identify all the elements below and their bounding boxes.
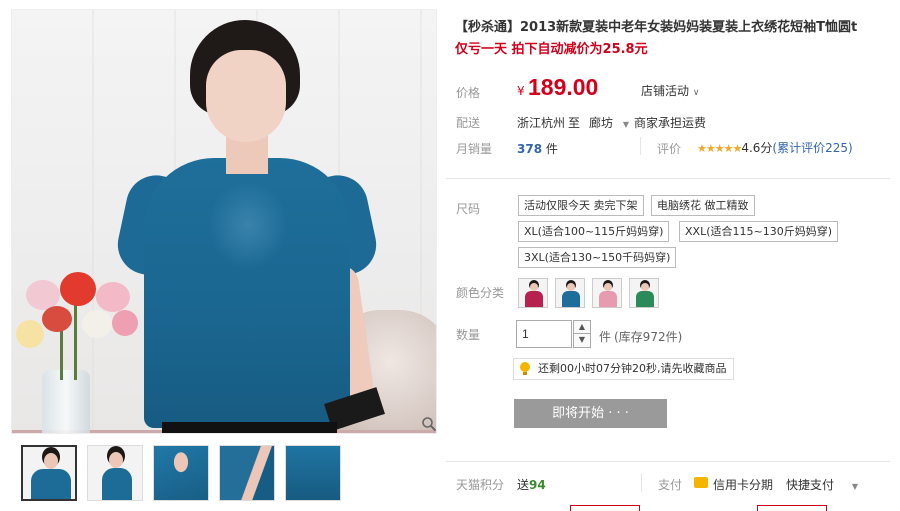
thumbnail-3[interactable] bbox=[153, 445, 209, 501]
chevron-down-icon: ∨ bbox=[692, 88, 700, 98]
swatch-figure-head bbox=[567, 283, 575, 291]
color-swatch-red[interactable] bbox=[518, 278, 548, 308]
currency-symbol: ¥ bbox=[517, 84, 525, 98]
main-product-image[interactable] bbox=[11, 9, 437, 434]
rating-label: 评价 bbox=[657, 142, 682, 156]
vase-decoration bbox=[42, 370, 90, 433]
thumbnail-figure-head bbox=[109, 452, 123, 468]
thumbnail-5[interactable] bbox=[285, 445, 341, 501]
lightbulb-icon bbox=[518, 361, 532, 377]
thumbnail-detail bbox=[286, 446, 340, 500]
review-count-link[interactable]: (累计评价225) bbox=[772, 141, 852, 155]
increment-button[interactable]: ▲ bbox=[573, 320, 591, 334]
shipping-label: 配送 bbox=[456, 116, 481, 130]
store-promo-label: 店铺活动 bbox=[641, 84, 690, 98]
product-title: 【秒杀通】2013新款夏装中老年女装妈妈装夏装上衣绣花短袖T恤圆t bbox=[455, 20, 858, 35]
cart-button-edge[interactable] bbox=[757, 505, 827, 511]
thumbnail-figure-head bbox=[44, 453, 58, 469]
option-tag-limited[interactable]: 活动仅限今天 卖完下架 bbox=[518, 195, 644, 216]
countdown-text: 还剩00小时07分钟20秒,请先收藏商品 bbox=[538, 362, 727, 375]
quantity-label: 数量 bbox=[456, 328, 481, 342]
points-prefix: 送 bbox=[517, 478, 530, 492]
rating-score: 4.6分 bbox=[741, 141, 773, 155]
blouse-embroidery bbox=[208, 180, 288, 270]
swatch-figure bbox=[599, 291, 617, 307]
flower bbox=[60, 272, 96, 306]
swatch-figure-head bbox=[604, 283, 612, 291]
star-rating-icon: ★★★★★ bbox=[697, 142, 742, 155]
thumbnail-figure bbox=[31, 469, 71, 499]
flower-stem bbox=[74, 300, 77, 380]
price-value: 189.00 bbox=[528, 74, 599, 100]
quick-pay-label: 快捷支付 bbox=[786, 478, 835, 492]
option-tag-embroidery[interactable]: 电脑绣花 做工精致 bbox=[651, 195, 755, 216]
monthly-sales-count: 378 bbox=[517, 142, 543, 156]
ship-to-city: 廊坊 bbox=[589, 116, 614, 130]
rating[interactable]: ★★★★★4.6分(累计评价225) bbox=[697, 139, 853, 156]
ship-from: 浙江杭州 bbox=[517, 116, 566, 130]
product-info: 【秒杀通】2013新款夏装中老年女装妈妈装夏装上衣绣花短袖T恤圆t 仅亏一天 拍… bbox=[455, 18, 895, 59]
quick-pay-dropdown[interactable]: 快捷支付 ▼ bbox=[786, 476, 858, 493]
divider bbox=[446, 461, 890, 462]
ship-to-word: 至 bbox=[568, 116, 581, 130]
thumbnail-strip bbox=[21, 445, 341, 501]
thumbnail-detail bbox=[154, 446, 208, 500]
swatch-figure bbox=[636, 291, 654, 307]
store-promo-dropdown[interactable]: 店铺活动 ∨ bbox=[641, 82, 699, 99]
installment-link[interactable]: 信用卡分期 bbox=[713, 476, 773, 493]
triangle-down-icon: ▼ bbox=[622, 120, 629, 129]
swatch-figure bbox=[562, 291, 580, 307]
buy-button-edge[interactable] bbox=[570, 505, 640, 511]
magnifier-icon[interactable] bbox=[420, 416, 436, 433]
stock-count: (库存972件) bbox=[614, 330, 683, 344]
swatch-figure bbox=[525, 291, 543, 307]
flower bbox=[82, 310, 112, 338]
color-swatch-pink[interactable] bbox=[592, 278, 622, 308]
points-label: 天猫积分 bbox=[456, 478, 505, 492]
points-value: 94 bbox=[529, 478, 546, 492]
flower bbox=[96, 282, 130, 312]
size-option-3xl[interactable]: 3XL(适合130~150千码妈穿) bbox=[518, 247, 677, 268]
color-swatch-green[interactable] bbox=[629, 278, 659, 308]
flower bbox=[42, 306, 72, 332]
ship-to-dropdown[interactable]: 廊坊 ▼ bbox=[589, 114, 629, 131]
monthly-sales-unit: 件 bbox=[545, 142, 558, 156]
quantity-input[interactable] bbox=[516, 320, 572, 348]
model-pants bbox=[162, 422, 337, 433]
monthly-sales-label: 月销量 bbox=[456, 142, 493, 156]
triangle-down-icon: ▼ bbox=[851, 482, 858, 491]
flower bbox=[112, 310, 138, 336]
price-label: 价格 bbox=[456, 86, 481, 100]
swatch-figure-head bbox=[530, 283, 538, 291]
quantity-stepper: ▲ ▼ bbox=[573, 320, 591, 348]
coming-soon-button[interactable]: 即将开始 · · · bbox=[514, 399, 667, 428]
model-face bbox=[206, 50, 286, 142]
size-option-xxl[interactable]: XXL(适合115~130斤妈妈穿) bbox=[679, 221, 838, 242]
color-swatch-blue[interactable] bbox=[555, 278, 585, 308]
shipping-fee: 商家承担运费 bbox=[634, 116, 707, 130]
size-option-xl[interactable]: XL(适合100~115斤妈妈穿) bbox=[518, 221, 670, 242]
thumbnail-detail bbox=[220, 446, 274, 500]
pay-label: 支付 bbox=[658, 478, 683, 492]
divider bbox=[641, 474, 642, 492]
thumbnail-figure bbox=[102, 468, 132, 500]
color-label: 颜色分类 bbox=[456, 286, 505, 300]
points: 送94 bbox=[517, 476, 546, 493]
size-label: 尺码 bbox=[456, 202, 481, 216]
divider bbox=[640, 137, 641, 155]
monthly-sales: 378 件 bbox=[517, 140, 558, 157]
thumbnail-4[interactable] bbox=[219, 445, 275, 501]
product-subtitle: 仅亏一天 拍下自动减价为25.8元 bbox=[455, 42, 648, 57]
flower bbox=[16, 320, 44, 348]
swatch-figure-head bbox=[641, 283, 649, 291]
decrement-button[interactable]: ▼ bbox=[573, 334, 591, 348]
quantity-unit: 件 bbox=[599, 330, 612, 344]
countdown-tip: 还剩00小时07分钟20秒,请先收藏商品 bbox=[513, 358, 734, 380]
thumbnail-2[interactable] bbox=[87, 445, 143, 501]
thumbnail-1[interactable] bbox=[21, 445, 77, 501]
credit-card-icon bbox=[694, 477, 708, 488]
divider bbox=[446, 178, 890, 179]
